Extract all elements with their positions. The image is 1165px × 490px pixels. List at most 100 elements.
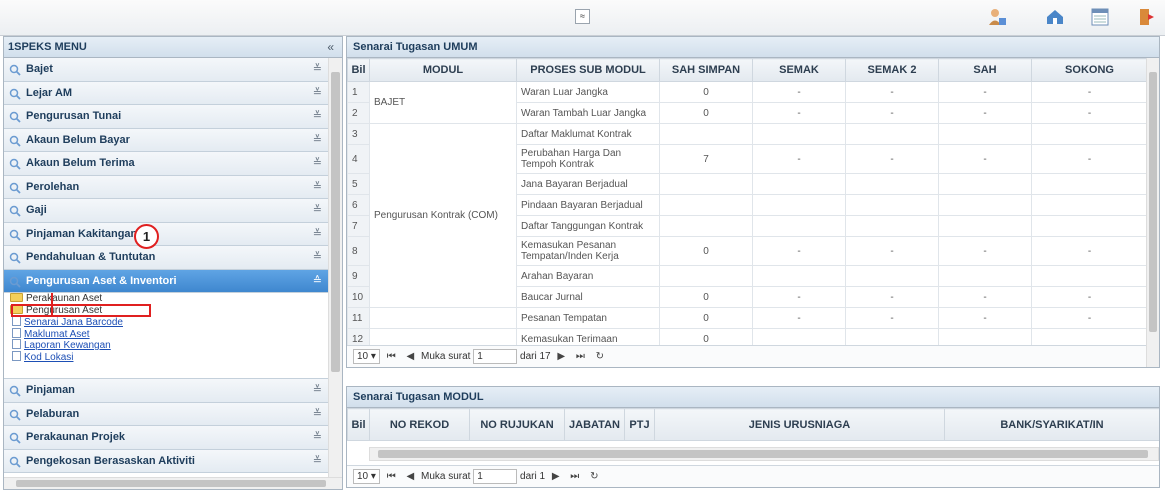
file-icon [12,350,21,361]
submenu-link[interactable]: Laporan Kewangan [24,340,111,351]
column-header[interactable]: SAH [938,58,1032,82]
sidebar-item-pengurusan-tunai[interactable]: Pengurusan Tunai ≚ [4,105,328,129]
prev-page-button[interactable]: ◀ [407,351,415,362]
row-semak [752,173,846,195]
column-header[interactable]: PTJ [624,408,655,441]
chevron-down-icon[interactable]: ≚ [313,176,322,199]
chevron-down-icon[interactable]: ≚ [313,129,322,152]
collapse-header-button[interactable]: ≈ [575,9,590,24]
sidebar-item-akaun-belum-terima[interactable]: Akaun Belum Terima ≚ [4,152,328,176]
chevron-down-icon[interactable]: ≚ [313,426,322,449]
column-header[interactable]: SAH SIMPAN [659,58,753,82]
row-bil: 6 [347,194,370,216]
row-bil: 2 [347,102,370,124]
column-header[interactable]: Bil [347,408,370,441]
refresh-icon[interactable]: ↻ [590,471,598,482]
row-sah [938,265,1032,287]
page-size-select[interactable]: 10 ▾ [353,348,380,364]
sidebar-item-pelaburan[interactable]: Pelaburan ≚ [4,402,328,426]
page-size-select[interactable]: 10 ▾ [353,468,380,484]
calendar-icon[interactable] [1089,6,1111,28]
sidebar-item-pendahuluan-tuntutan[interactable]: Pendahuluan & Tuntutan ≚ [4,246,328,270]
column-header[interactable]: BANK/SYARIKAT/IN [944,408,1159,441]
column-header[interactable]: NO RUJUKAN [469,408,565,441]
table-row[interactable]: 12 Kemasukan Terimaan 0 [347,328,1147,346]
table-row[interactable]: 11 Pesanan Tempatan 0- - - - [347,307,1147,329]
row-proses: Perubahan Harga Dan Tempoh Kontrak [516,144,660,174]
modul-hscrollbar[interactable] [369,447,1159,461]
row-sah-simpan: 0 [659,307,753,329]
home-icon[interactable] [1044,6,1066,28]
table-row[interactable]: 1 BAJET Waran Luar Jangka 0- - - - [347,81,1147,124]
first-page-button[interactable]: ⏮ [387,471,396,482]
chevron-down-icon[interactable]: ≚ [313,379,322,402]
column-header[interactable]: JENIS URUSNIAGA [654,408,945,441]
column-header[interactable]: Bil [347,58,370,82]
modul-panel-title: Senarai Tugasan MODUL [347,387,1159,408]
column-header[interactable]: PROSES SUB MODUL [516,58,660,82]
submenu-link[interactable]: Senarai Jana Barcode [24,317,123,328]
chevron-down-icon[interactable]: ≚ [313,450,322,473]
chevron-down-icon[interactable]: ≚ [313,246,322,269]
sidebar-item-lejar-am[interactable]: Lejar AM ≚ [4,81,328,105]
modul-table: Bil NO REKOD NO RUJUKAN JABATAN PTJ JENIS URU… [347,408,1159,441]
page-label: Muka surat [420,471,471,482]
page-input[interactable]: 1 [473,468,518,484]
chevron-down-icon[interactable]: ≚ [313,199,322,222]
chevron-down-icon[interactable]: ≚ [313,403,322,426]
table-row[interactable]: 3 Pengurusan Kontrak (COM) Daftar Maklumat… [347,123,1147,308]
row-sah-simpan [659,215,753,237]
sidebar-item-gaji[interactable]: Gaji ≚ [4,199,328,223]
collapse-sidebar-button[interactable]: « [327,37,334,58]
column-header[interactable]: NO REKOD [369,408,470,441]
row-sokong: - [1031,102,1147,124]
submenu-link[interactable]: Maklumat Aset [24,329,90,340]
sidebar-item-pengekosan-berasaskan-aktiviti[interactable]: Pengekosan Berasaskan Aktiviti ≚ [4,449,328,473]
row-semak2 [845,215,939,237]
chevron-down-icon[interactable]: ≚ [313,82,322,105]
first-page-button[interactable]: ⏮ [387,351,396,362]
sidebar-item-pinjaman[interactable]: Pinjaman ≚ [4,379,328,403]
umum-scrollbar[interactable] [1146,58,1159,367]
chevron-up-icon[interactable]: ≙ [313,270,322,293]
modul-task-panel: Senarai Tugasan MODUL Bil NO REKOD NO RUJU… [346,386,1160,488]
sidebar-item-akaun-belum-bayar[interactable]: Akaun Belum Bayar ≚ [4,128,328,152]
chevron-down-icon[interactable]: ≚ [313,152,322,175]
sidebar-item-perakaunan-projek[interactable]: Perakaunan Projek ≚ [4,426,328,450]
prev-page-button[interactable]: ◀ [407,471,415,482]
column-header[interactable]: SEMAK [752,58,846,82]
sidebar-item-perolehan[interactable]: Perolehan ≚ [4,175,328,199]
row-sah: - [938,236,1032,266]
chevron-down-icon[interactable]: ≚ [313,223,322,246]
refresh-icon[interactable]: ↻ [596,351,604,362]
submenu-link[interactable]: Kod Lokasi [24,352,73,363]
sidebar-hscrollbar[interactable] [4,477,342,489]
search-icon [9,158,21,170]
sidebar-item-bajet[interactable]: Bajet ≚ [4,58,328,82]
last-page-button[interactable]: ⏭ [570,471,579,482]
next-page-button[interactable]: ▶ [557,351,565,362]
last-page-button[interactable]: ⏭ [576,351,585,362]
search-icon [9,135,21,147]
chevron-down-icon[interactable]: ≚ [313,105,322,128]
user-icon[interactable] [986,6,1008,28]
link-kod-lokasi[interactable]: Kod Lokasi [4,350,328,363]
row-sah-simpan: 7 [659,144,753,174]
sidebar-item-pengurusan-aset-inventori[interactable]: Pengurusan Aset & Inventori ≙ [4,269,328,293]
column-header[interactable]: MODUL [369,58,517,82]
logout-icon[interactable] [1136,6,1158,28]
row-semak2 [845,194,939,216]
column-header[interactable]: JABATAN [564,408,625,441]
column-header[interactable]: SOKONG [1031,58,1147,82]
page-input[interactable]: 1 [473,348,518,364]
column-header[interactable]: SEMAK 2 [845,58,939,82]
link-maklumat-aset[interactable]: Maklumat Aset [4,327,328,340]
chevron-down-icon[interactable]: ≚ [313,58,322,81]
link-senarai-jana-barcode[interactable]: Senarai Jana Barcode [4,316,328,328]
link-laporan-kewangan[interactable]: Laporan Kewangan [4,339,328,351]
next-page-button[interactable]: ▶ [552,471,560,482]
modul-pager: 10 ▾ ⏮ ◀ Muka surat 1 dari 1 ▶ ⏭ ↻ [347,465,1159,487]
row-bil: 1 [347,81,370,103]
sidebar-scrollbar[interactable] [328,58,342,479]
sidebar-item-pinjaman-kakitangan[interactable]: Pinjaman Kakitangan ≚ [4,222,328,246]
